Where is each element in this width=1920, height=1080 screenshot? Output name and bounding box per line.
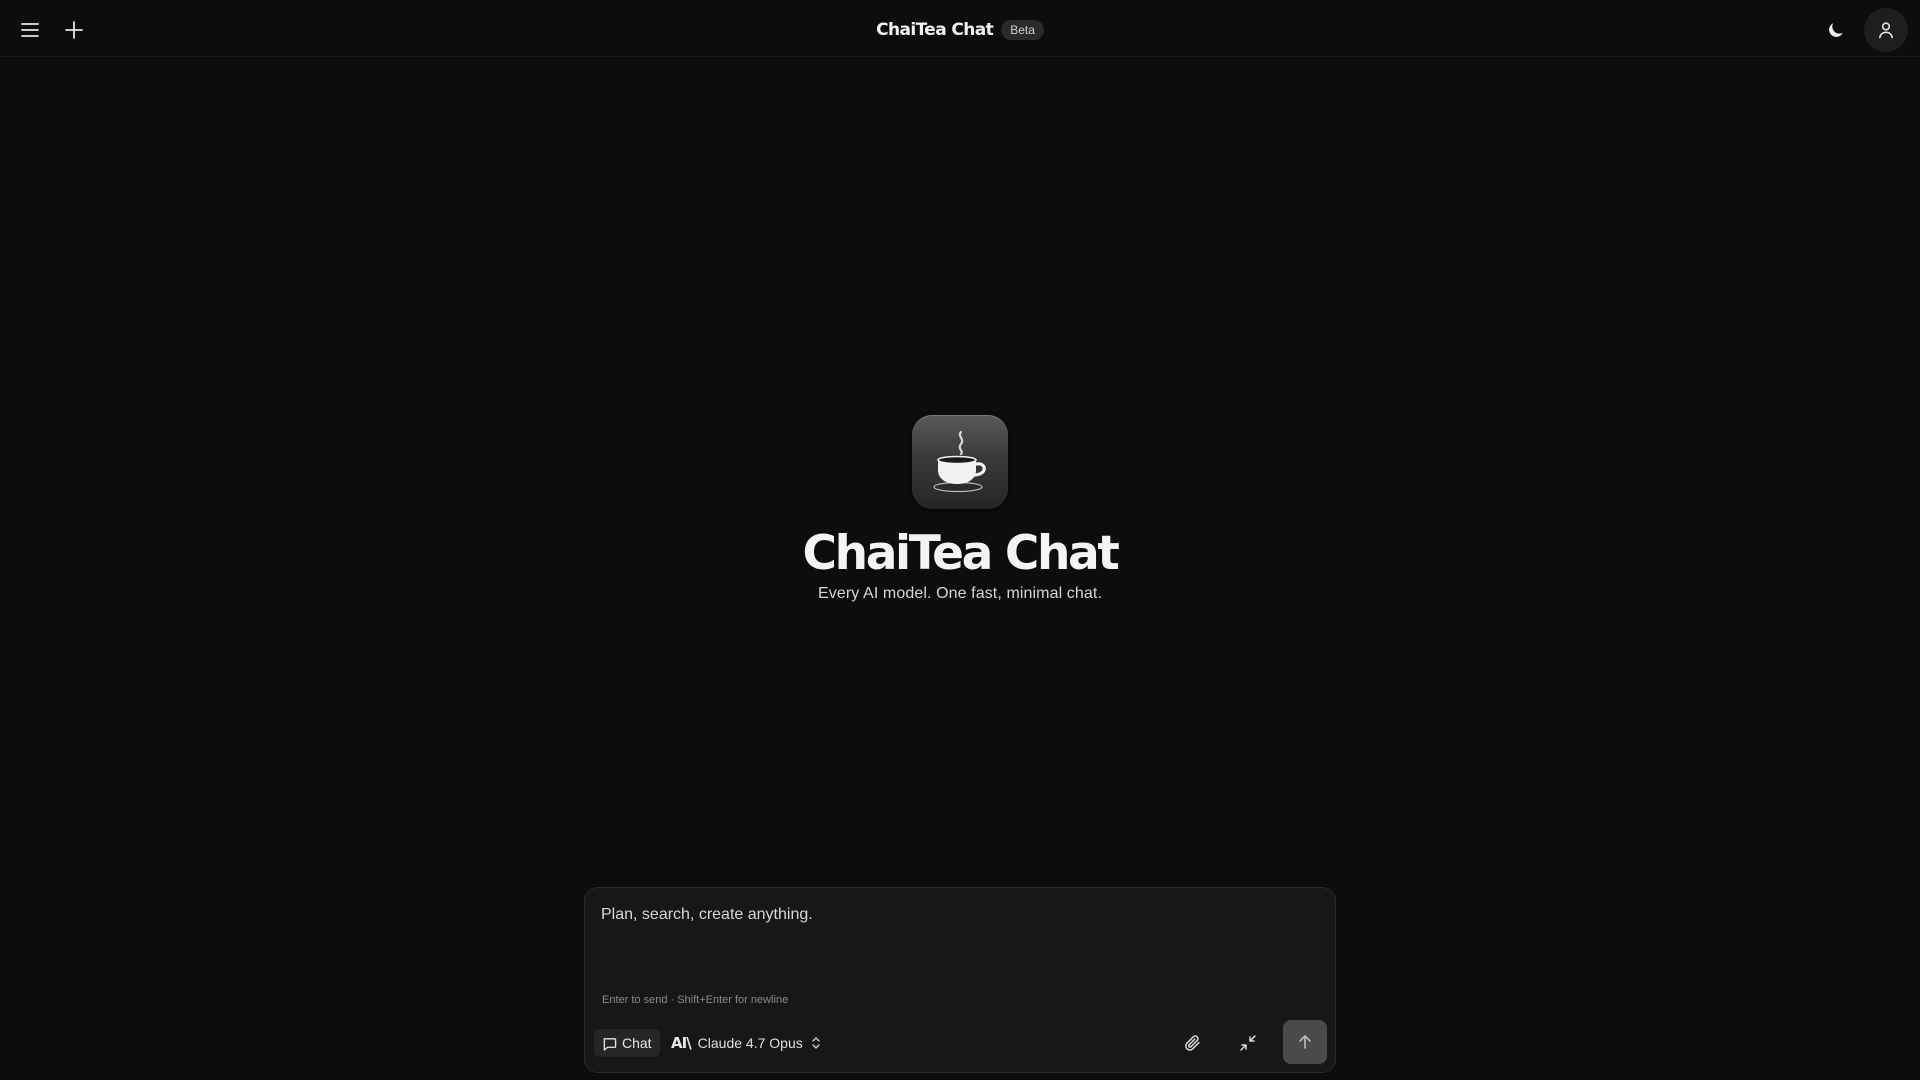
hero-title: ChaiTea Chat (802, 526, 1120, 581)
chevron-updown-icon (812, 1037, 820, 1049)
hero-tagline: Every AI model. One fast, minimal chat. (817, 585, 1102, 602)
message-input[interactable] (601, 906, 1301, 976)
welcome-hero: ChaiTea Chat Every AI model. One fast, m… (0, 415, 1920, 603)
user-menu-button[interactable] (1864, 8, 1908, 52)
model-label: Claude 4.7 Opus (697, 1035, 803, 1051)
arrow-up-icon (1299, 1035, 1311, 1049)
theme-toggle-button[interactable] (1816, 10, 1856, 50)
tea-cup-icon (933, 430, 986, 493)
header-brand: ChaiTea Chat Beta (0, 17, 1920, 43)
paperclip-icon (1185, 1035, 1200, 1051)
attach-button[interactable] (1173, 1023, 1213, 1063)
mode-chat-button[interactable]: Chat (594, 1029, 660, 1057)
collapse-button[interactable] (1228, 1023, 1268, 1063)
collapse-icon (1240, 1035, 1256, 1051)
mode-label: Chat (622, 1035, 652, 1051)
send-hint: Enter to send · Shift+Enter for newline (602, 994, 789, 1006)
top-bar: ChaiTea Chat Beta (0, 0, 1920, 57)
anthropic-logo-icon: AI\ (671, 1034, 692, 1052)
model-selector[interactable]: AI\ Claude 4.7 Opus (667, 1029, 826, 1057)
send-button[interactable] (1283, 1020, 1327, 1064)
beta-badge: Beta (1001, 20, 1044, 40)
user-icon (1879, 22, 1893, 39)
moon-icon (1829, 23, 1843, 37)
message-composer: Enter to send · Shift+Enter for newline … (584, 887, 1336, 1073)
chat-bubble-icon (603, 1037, 617, 1051)
app-logo (912, 415, 1008, 509)
header-title: ChaiTea Chat (876, 20, 994, 40)
